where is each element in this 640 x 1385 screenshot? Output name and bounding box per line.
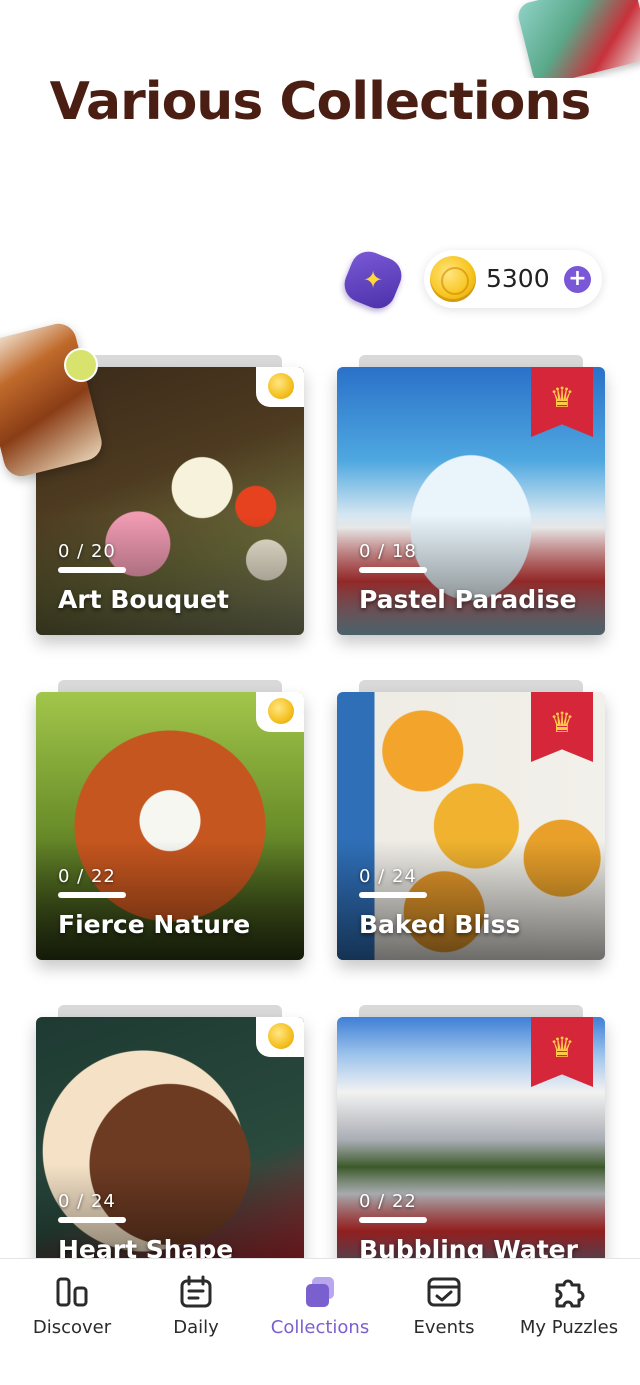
collection-thumbnail: ♛ 0 / 24 Baked Bliss bbox=[337, 692, 605, 960]
coin-badge bbox=[256, 1017, 304, 1057]
collection-name: Baked Bliss bbox=[359, 910, 521, 939]
collection-card-heart-shape[interactable]: 0 / 24 Heart Shape bbox=[36, 1005, 304, 1285]
bottom-tab-bar: Discover Daily Collections Events My Puz… bbox=[0, 1258, 640, 1385]
collection-thumbnail: 0 / 22 Fierce Nature bbox=[36, 692, 304, 960]
collection-card-fierce-nature[interactable]: 0 / 22 Fierce Nature bbox=[36, 680, 304, 960]
collection-name: Art Bouquet bbox=[58, 585, 229, 614]
discover-icon bbox=[56, 1277, 88, 1307]
tab-label: Daily bbox=[173, 1317, 219, 1338]
coin-icon bbox=[268, 1023, 294, 1049]
coin-balance[interactable]: 5300 + bbox=[424, 250, 602, 308]
coin-icon bbox=[430, 256, 476, 302]
premium-ribbon: ♛ bbox=[531, 1017, 593, 1087]
collection-progress: 0 / 22 bbox=[359, 1191, 417, 1212]
collection-card-baked-bliss[interactable]: ♛ 0 / 24 Baked Bliss bbox=[337, 680, 605, 960]
collection-progress: 0 / 18 bbox=[359, 541, 417, 562]
page-title: Various Collections bbox=[49, 72, 592, 132]
collection-name: Pastel Paradise bbox=[359, 585, 577, 614]
crown-icon: ♛ bbox=[549, 1031, 575, 1064]
collection-progress: 0 / 22 bbox=[58, 866, 116, 887]
progress-bar bbox=[359, 567, 427, 573]
calendar-icon bbox=[180, 1275, 212, 1308]
coin-badge bbox=[256, 367, 304, 407]
collection-card-pastel-paradise[interactable]: ♛ 0 / 18 Pastel Paradise bbox=[337, 355, 605, 635]
decorative-puzzle-piece-left bbox=[0, 319, 106, 481]
crown-icon: ♛ bbox=[549, 381, 575, 414]
collection-thumbnail: ♛ 0 / 18 Pastel Paradise bbox=[337, 367, 605, 635]
crown-icon: ♛ bbox=[549, 706, 575, 739]
collection-progress: 0 / 20 bbox=[58, 541, 116, 562]
progress-bar bbox=[58, 567, 126, 573]
collection-thumbnail: 0 / 24 Heart Shape bbox=[36, 1017, 304, 1285]
progress-bar bbox=[58, 1217, 126, 1223]
progress-bar bbox=[58, 892, 126, 898]
puzzle-token-button[interactable]: ✦ bbox=[339, 246, 407, 314]
premium-ribbon: ♛ bbox=[531, 367, 593, 437]
tab-my-puzzles[interactable]: My Puzzles bbox=[510, 1259, 628, 1385]
collection-progress: 0 / 24 bbox=[58, 1191, 116, 1212]
events-icon bbox=[427, 1277, 461, 1307]
collection-name: Fierce Nature bbox=[58, 910, 251, 939]
tab-label: Events bbox=[413, 1317, 475, 1338]
progress-bar bbox=[359, 1217, 427, 1223]
add-coins-button[interactable]: + bbox=[564, 266, 591, 293]
progress-bar bbox=[359, 892, 427, 898]
tab-events[interactable]: Events bbox=[394, 1259, 494, 1385]
tab-daily[interactable]: Daily bbox=[146, 1259, 246, 1385]
collection-progress: 0 / 24 bbox=[359, 866, 417, 887]
tab-collections[interactable]: Collections bbox=[262, 1259, 378, 1385]
coin-icon bbox=[268, 698, 294, 724]
tab-label: My Puzzles bbox=[519, 1317, 619, 1338]
decorative-puzzle-piece-top bbox=[510, 0, 640, 78]
collection-card-bubbling-water[interactable]: ♛ 0 / 22 Bubbling Water bbox=[337, 1005, 605, 1285]
premium-ribbon: ♛ bbox=[531, 692, 593, 762]
collection-thumbnail: ♛ 0 / 22 Bubbling Water bbox=[337, 1017, 605, 1285]
puzzle-piece-icon bbox=[555, 1279, 585, 1308]
tab-label: Discover bbox=[32, 1317, 112, 1338]
tab-discover[interactable]: Discover bbox=[22, 1259, 122, 1385]
collections-icon bbox=[306, 1277, 334, 1307]
coin-badge bbox=[256, 692, 304, 732]
coin-amount: 5300 bbox=[486, 264, 550, 293]
coin-icon bbox=[268, 373, 294, 399]
tab-label: Collections bbox=[270, 1317, 370, 1338]
